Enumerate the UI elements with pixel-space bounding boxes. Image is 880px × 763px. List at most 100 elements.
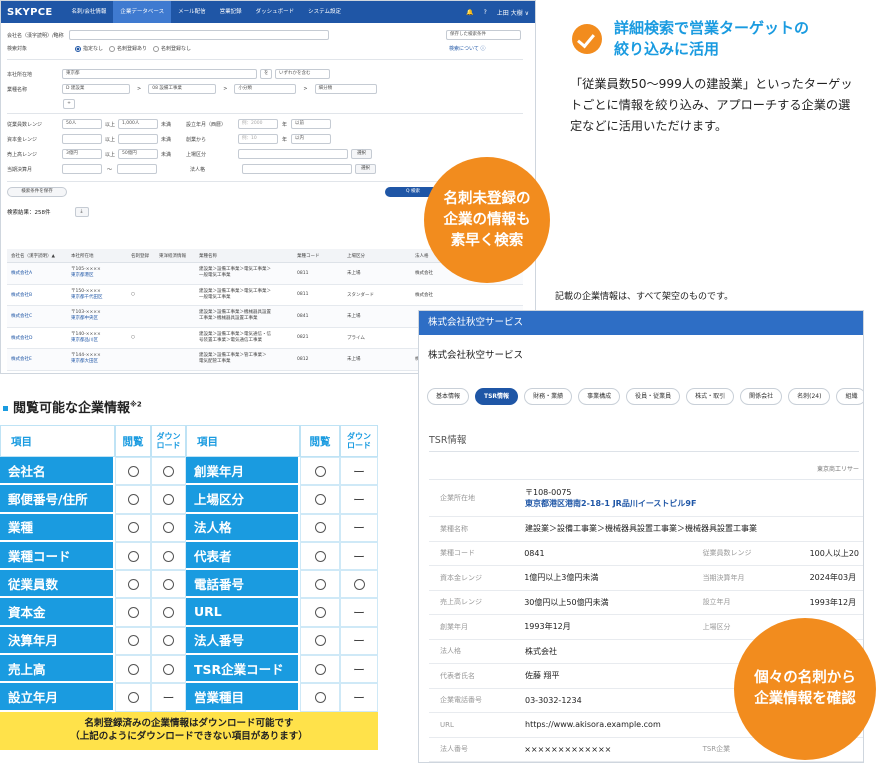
vt-mark-cell: ○ xyxy=(115,683,151,712)
view-table-footer-line1: 名刺登録済みの企業情報はダウンロード可能です xyxy=(84,717,294,729)
since-input[interactable]: 例：10 xyxy=(238,134,279,144)
fiscal-to-select[interactable] xyxy=(117,164,158,174)
tab-1[interactable]: TSR情報 xyxy=(475,388,519,405)
address-link[interactable]: 東京都港区 xyxy=(71,273,131,279)
listing-input[interactable] xyxy=(238,149,349,159)
corp-input[interactable] xyxy=(242,164,353,174)
address-link[interactable]: 東京都千代田区 xyxy=(71,295,131,301)
col-company-name[interactable]: 会社名（漢字読明）▲ xyxy=(11,253,71,259)
capital-label: 資本金レンジ xyxy=(7,136,38,143)
vt-item-cell: 業種 xyxy=(0,513,115,542)
vt-item-cell: 法人番号 xyxy=(186,626,300,656)
industry-major-select[interactable]: D 建設業 xyxy=(62,84,130,94)
detail-key: URL xyxy=(440,720,454,729)
industry-mid-select[interactable]: 08 設備工事業 xyxy=(148,84,217,94)
vt-item-cell: 会社名 xyxy=(0,457,115,486)
view-table-footer-line2: （上記のようにダウンロードできない項目があります） xyxy=(70,730,308,742)
tab-0[interactable]: 基本情報 xyxy=(427,388,470,405)
company-name-link[interactable]: 株式会社D xyxy=(11,335,71,341)
vt-item-cell: 電話番号 xyxy=(186,570,300,599)
result-count: 検索結果：258件 xyxy=(7,210,51,216)
sales-from-select[interactable]: 3億円 xyxy=(62,149,102,159)
divider xyxy=(429,451,859,452)
detail-value: 建設業＞設備工事業＞機械器具設置工事業＞機械器具設置工事業 xyxy=(525,524,757,534)
nav-settings[interactable]: システム設定 xyxy=(301,1,348,23)
save-condition-button[interactable]: 検索条件を保存 xyxy=(7,187,67,197)
tab-4[interactable]: 役員・従業員 xyxy=(626,388,681,405)
tab-2[interactable]: 財務・業績 xyxy=(524,388,573,405)
company-name-input[interactable] xyxy=(69,30,329,40)
user-menu[interactable]: 上田 大樹 ∨ xyxy=(497,8,529,17)
vt-mark-cell: ○ xyxy=(151,513,186,542)
employees-label: 従業員数レンジ xyxy=(7,121,43,128)
tab-5[interactable]: 株式・取引 xyxy=(686,388,735,405)
capital-from-select[interactable] xyxy=(62,134,102,144)
detail-value: 1993年12月 xyxy=(524,622,571,632)
sales-to-select[interactable]: 50億円 xyxy=(118,149,159,159)
detail-value: 30億円以上50億円未満 xyxy=(524,597,609,607)
company-name-link[interactable]: 株式会社E xyxy=(11,356,71,362)
view-table-row: 売上高○○TSR企業コード○ー xyxy=(0,655,378,684)
address-link[interactable]: 東京都大田区 xyxy=(71,359,131,365)
detail-key: 業種名称 xyxy=(440,524,468,533)
industry-minor-select[interactable]: 小分類 xyxy=(234,84,297,94)
chevron-right-icon: > xyxy=(303,86,308,92)
detail-value: 1億円以上3億円未満 xyxy=(524,573,599,583)
search-help-link[interactable]: 検索について ⓘ xyxy=(449,45,485,52)
founded-after-select[interactable]: 以前 xyxy=(291,119,332,129)
address-link[interactable]: 東京都中央区 xyxy=(71,316,131,322)
vt-mark-cell: ー xyxy=(340,513,378,542)
employees-to-select[interactable]: 1,000人 xyxy=(118,119,159,129)
industry-line2: 電気配管工事業 xyxy=(199,359,231,365)
vt-mark-cell: ○ xyxy=(151,541,186,571)
nav-dashboard[interactable]: ダッシュボード xyxy=(249,1,302,23)
listing-select-button[interactable]: 選択 xyxy=(351,149,373,159)
fiscal-from-select[interactable] xyxy=(62,164,102,174)
detail-key: 資本金レンジ xyxy=(440,573,482,582)
company-name-link[interactable]: 株式会社C xyxy=(11,313,71,319)
company-name-link[interactable]: 株式会社B xyxy=(11,292,71,298)
nav-company-db[interactable]: 企業データベース xyxy=(113,1,172,23)
download-icon[interactable]: ⤓ xyxy=(74,207,89,217)
help-icon[interactable]: ? xyxy=(484,9,487,16)
tab-6[interactable]: 関係会社 xyxy=(740,388,783,405)
since-within-select[interactable]: 以内 xyxy=(291,134,332,144)
company-name-link[interactable]: 株式会社A xyxy=(11,270,71,276)
listing-cell: スタンダード xyxy=(347,292,374,298)
nav-mail[interactable]: メール配信 xyxy=(171,1,213,23)
vt-mark-cell: ○ xyxy=(151,457,186,486)
nav-card-company[interactable]: 名刺/会社情報 xyxy=(65,1,114,23)
feature-headline-line1: 詳細検索で営業ターゲットの xyxy=(614,19,810,37)
address-link[interactable]: 東京都品川区 xyxy=(71,338,131,344)
saved-condition-select[interactable]: 保存した検索条件 xyxy=(446,30,521,40)
detail-key: 代表者氏名 xyxy=(440,671,475,680)
radio-card-no[interactable] xyxy=(153,45,160,52)
vt-head-download-l1: ダウン xyxy=(156,432,181,441)
tab-7[interactable]: 名刺(24) xyxy=(788,388,831,405)
location-input[interactable]: 東京都 xyxy=(62,69,257,79)
founded-input[interactable]: 例：2000 xyxy=(238,119,279,129)
corp-label: 法人格 xyxy=(190,166,206,173)
feature-headline: 詳細検索で営業ターゲットの 絞り込みに活用 xyxy=(614,18,809,60)
industry-detail-select[interactable]: 細分類 xyxy=(314,84,377,94)
bubble-search-line3: 素早く検索 xyxy=(450,232,524,249)
tab-3[interactable]: 事業構成 xyxy=(578,388,621,405)
nav-sales-record[interactable]: 営業記録 xyxy=(213,1,249,23)
bell-icon[interactable]: 🔔 xyxy=(466,9,473,16)
radio-card-yes[interactable] xyxy=(109,45,116,52)
vt-head-view-2: 閲覧 xyxy=(300,425,340,457)
capital-to-select[interactable] xyxy=(118,134,159,144)
location-op[interactable]: を xyxy=(260,69,272,79)
since-label: 創業から xyxy=(186,136,207,143)
location-mode-select[interactable]: いずれかを含む xyxy=(275,69,330,79)
card-cell: ○ xyxy=(131,335,135,341)
founded-label: 設立年月（西暦） xyxy=(186,121,227,128)
detail-address-link[interactable]: 東京都港区港南2-18-1 JR品川イーストビル9F xyxy=(525,498,855,509)
table-row[interactable]: 株式会社B 〒150-×××× 東京都千代田区 ○ 建設業＞設備工事業＞電気工事業＞ 一般… xyxy=(7,285,523,306)
vt-mark-cell: ○ xyxy=(300,683,340,712)
employees-from-select[interactable]: 50人 xyxy=(62,119,102,129)
add-industry-button[interactable]: + xyxy=(63,99,75,109)
radio-none[interactable] xyxy=(75,45,81,52)
corp-select-button[interactable]: 選択 xyxy=(355,164,377,174)
tab-8[interactable]: 組織 xyxy=(836,388,863,405)
